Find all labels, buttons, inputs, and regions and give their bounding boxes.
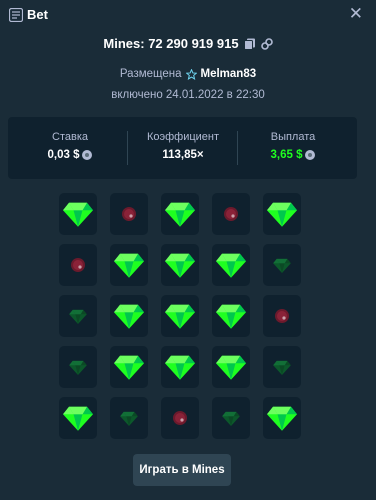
close-icon[interactable]: ✕ <box>349 4 363 24</box>
bet-list-icon <box>9 8 23 22</box>
gem-tile <box>110 295 148 337</box>
gem-icon <box>120 411 138 426</box>
gem-icon <box>63 202 93 227</box>
stat-bet: Ставка 0,03 $ <box>15 117 125 179</box>
gem-tile-unrevealed <box>59 346 97 388</box>
gem-tile <box>161 295 199 337</box>
gem-icon <box>165 202 195 227</box>
gem-tile-unrevealed <box>59 295 97 337</box>
stat-payout-label: Выплата <box>270 131 316 143</box>
gem-icon <box>63 406 93 431</box>
stat-multiplier-amount: 113,85× <box>162 149 204 161</box>
gem-tile <box>212 346 250 388</box>
posted-by-row: Размещена Melman83 <box>0 68 376 80</box>
username[interactable]: Melman83 <box>201 68 257 80</box>
mine-tile <box>110 193 148 235</box>
gem-icon <box>267 406 297 431</box>
gem-tile-unrevealed <box>263 346 301 388</box>
mine-icon <box>224 207 238 221</box>
gem-icon <box>114 253 144 278</box>
bet-stats-panel: Ставка 0,03 $ Коэффициент 113,85× Выплат… <box>8 117 357 179</box>
modal-header: Bet ✕ <box>0 0 376 30</box>
star-badge-icon <box>185 68 197 80</box>
bet-id-row: Mines: 72 290 919 915 <box>0 36 376 51</box>
gem-icon <box>273 258 291 273</box>
gem-icon <box>267 202 297 227</box>
gem-icon <box>273 360 291 375</box>
stat-bet-label: Ставка <box>52 131 88 143</box>
gem-icon <box>165 253 195 278</box>
gem-icon <box>114 304 144 329</box>
gem-tile <box>161 193 199 235</box>
posted-label: Размещена <box>119 68 182 80</box>
stat-multiplier-label: Коэффициент <box>146 131 220 143</box>
gem-tile <box>263 397 301 439</box>
gem-tile <box>59 193 97 235</box>
gem-icon <box>69 360 87 375</box>
gem-tile <box>59 397 97 439</box>
gem-icon <box>216 355 246 380</box>
copy-icon[interactable] <box>243 38 256 50</box>
mine-tile <box>263 295 301 337</box>
mine-icon <box>71 258 85 272</box>
play-mines-button[interactable]: Играть в Mines <box>133 454 231 486</box>
bet-date: включено 24.01.2022 в 22:30 <box>111 89 265 101</box>
stat-bet-value: 0,03 $ <box>15 149 125 161</box>
stat-bet-amount: 0,03 $ <box>47 149 80 161</box>
gem-tile <box>161 244 199 286</box>
stat-multiplier-value: 113,85× <box>128 149 238 161</box>
gem-icon <box>222 411 240 426</box>
stat-multiplier: Коэффициент 113,85× <box>128 117 238 179</box>
gem-tile-unrevealed <box>212 397 250 439</box>
stat-payout-amount: 3,65 $ <box>270 149 303 161</box>
gem-tile-unrevealed <box>263 244 301 286</box>
mine-icon <box>275 309 289 323</box>
stat-payout-value: 3,65 $ <box>238 149 348 161</box>
coin-icon <box>82 150 93 160</box>
gem-tile <box>110 346 148 388</box>
mine-tile <box>161 397 199 439</box>
gem-icon <box>216 304 246 329</box>
gem-icon <box>69 309 87 324</box>
mine-tile <box>212 193 250 235</box>
gem-icon <box>165 304 195 329</box>
mine-tile <box>59 244 97 286</box>
stat-payout: Выплата 3,65 $ <box>238 117 348 179</box>
link-icon[interactable] <box>260 37 273 50</box>
coin-icon <box>305 150 316 160</box>
gem-tile <box>263 193 301 235</box>
gem-tile-unrevealed <box>110 397 148 439</box>
modal-title: Bet <box>27 7 48 22</box>
bet-id-text: Mines: 72 290 919 915 <box>103 36 239 51</box>
mine-icon <box>173 411 187 425</box>
gem-icon <box>114 355 144 380</box>
gem-tile <box>212 244 250 286</box>
gem-icon <box>216 253 246 278</box>
mine-icon <box>122 207 136 221</box>
gem-tile <box>161 346 199 388</box>
gem-tile <box>110 244 148 286</box>
gem-tile <box>212 295 250 337</box>
gem-icon <box>165 355 195 380</box>
